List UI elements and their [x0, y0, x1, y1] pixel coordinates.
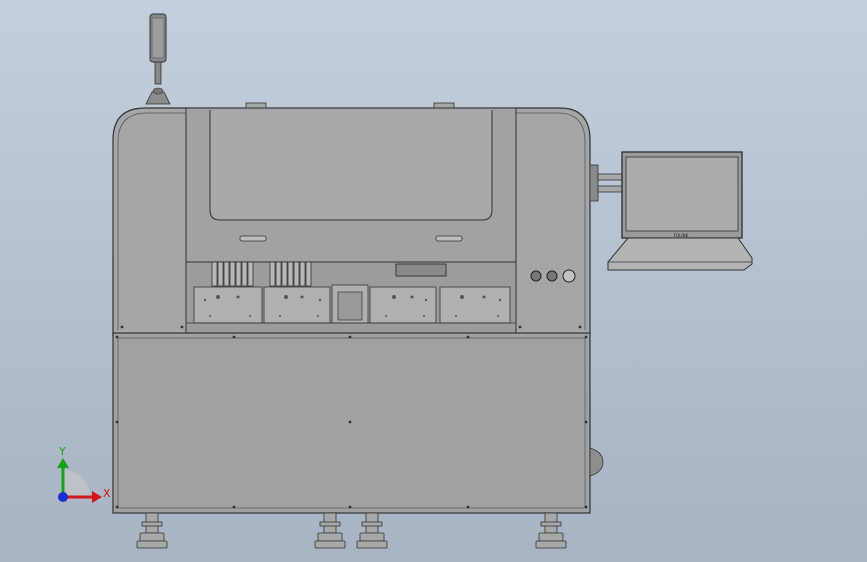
- foot-4: [535, 512, 567, 549]
- cad-viewport: FOLINK Y X: [57, 13, 753, 549]
- foot-2: [314, 512, 346, 549]
- working-area: [185, 261, 517, 336]
- axis-y-label: Y: [58, 445, 66, 458]
- monitor-icon: FOLINK: [621, 151, 743, 239]
- control-buttons: [530, 269, 576, 283]
- keyboard-icon: [607, 237, 753, 271]
- monitor-arm: [589, 164, 625, 202]
- monitor-brand: FOLINK: [674, 233, 689, 238]
- axis-x-label: X: [103, 487, 111, 500]
- foot-3: [356, 512, 388, 549]
- coordinate-triad-icon: Y X: [57, 445, 111, 503]
- signal-tower-icon: [145, 13, 171, 105]
- leveling-feet: [136, 512, 567, 549]
- top-cover: [185, 107, 517, 263]
- foot-1: [136, 512, 168, 549]
- camera-module: [395, 263, 447, 277]
- lower-cabinet: [112, 325, 604, 514]
